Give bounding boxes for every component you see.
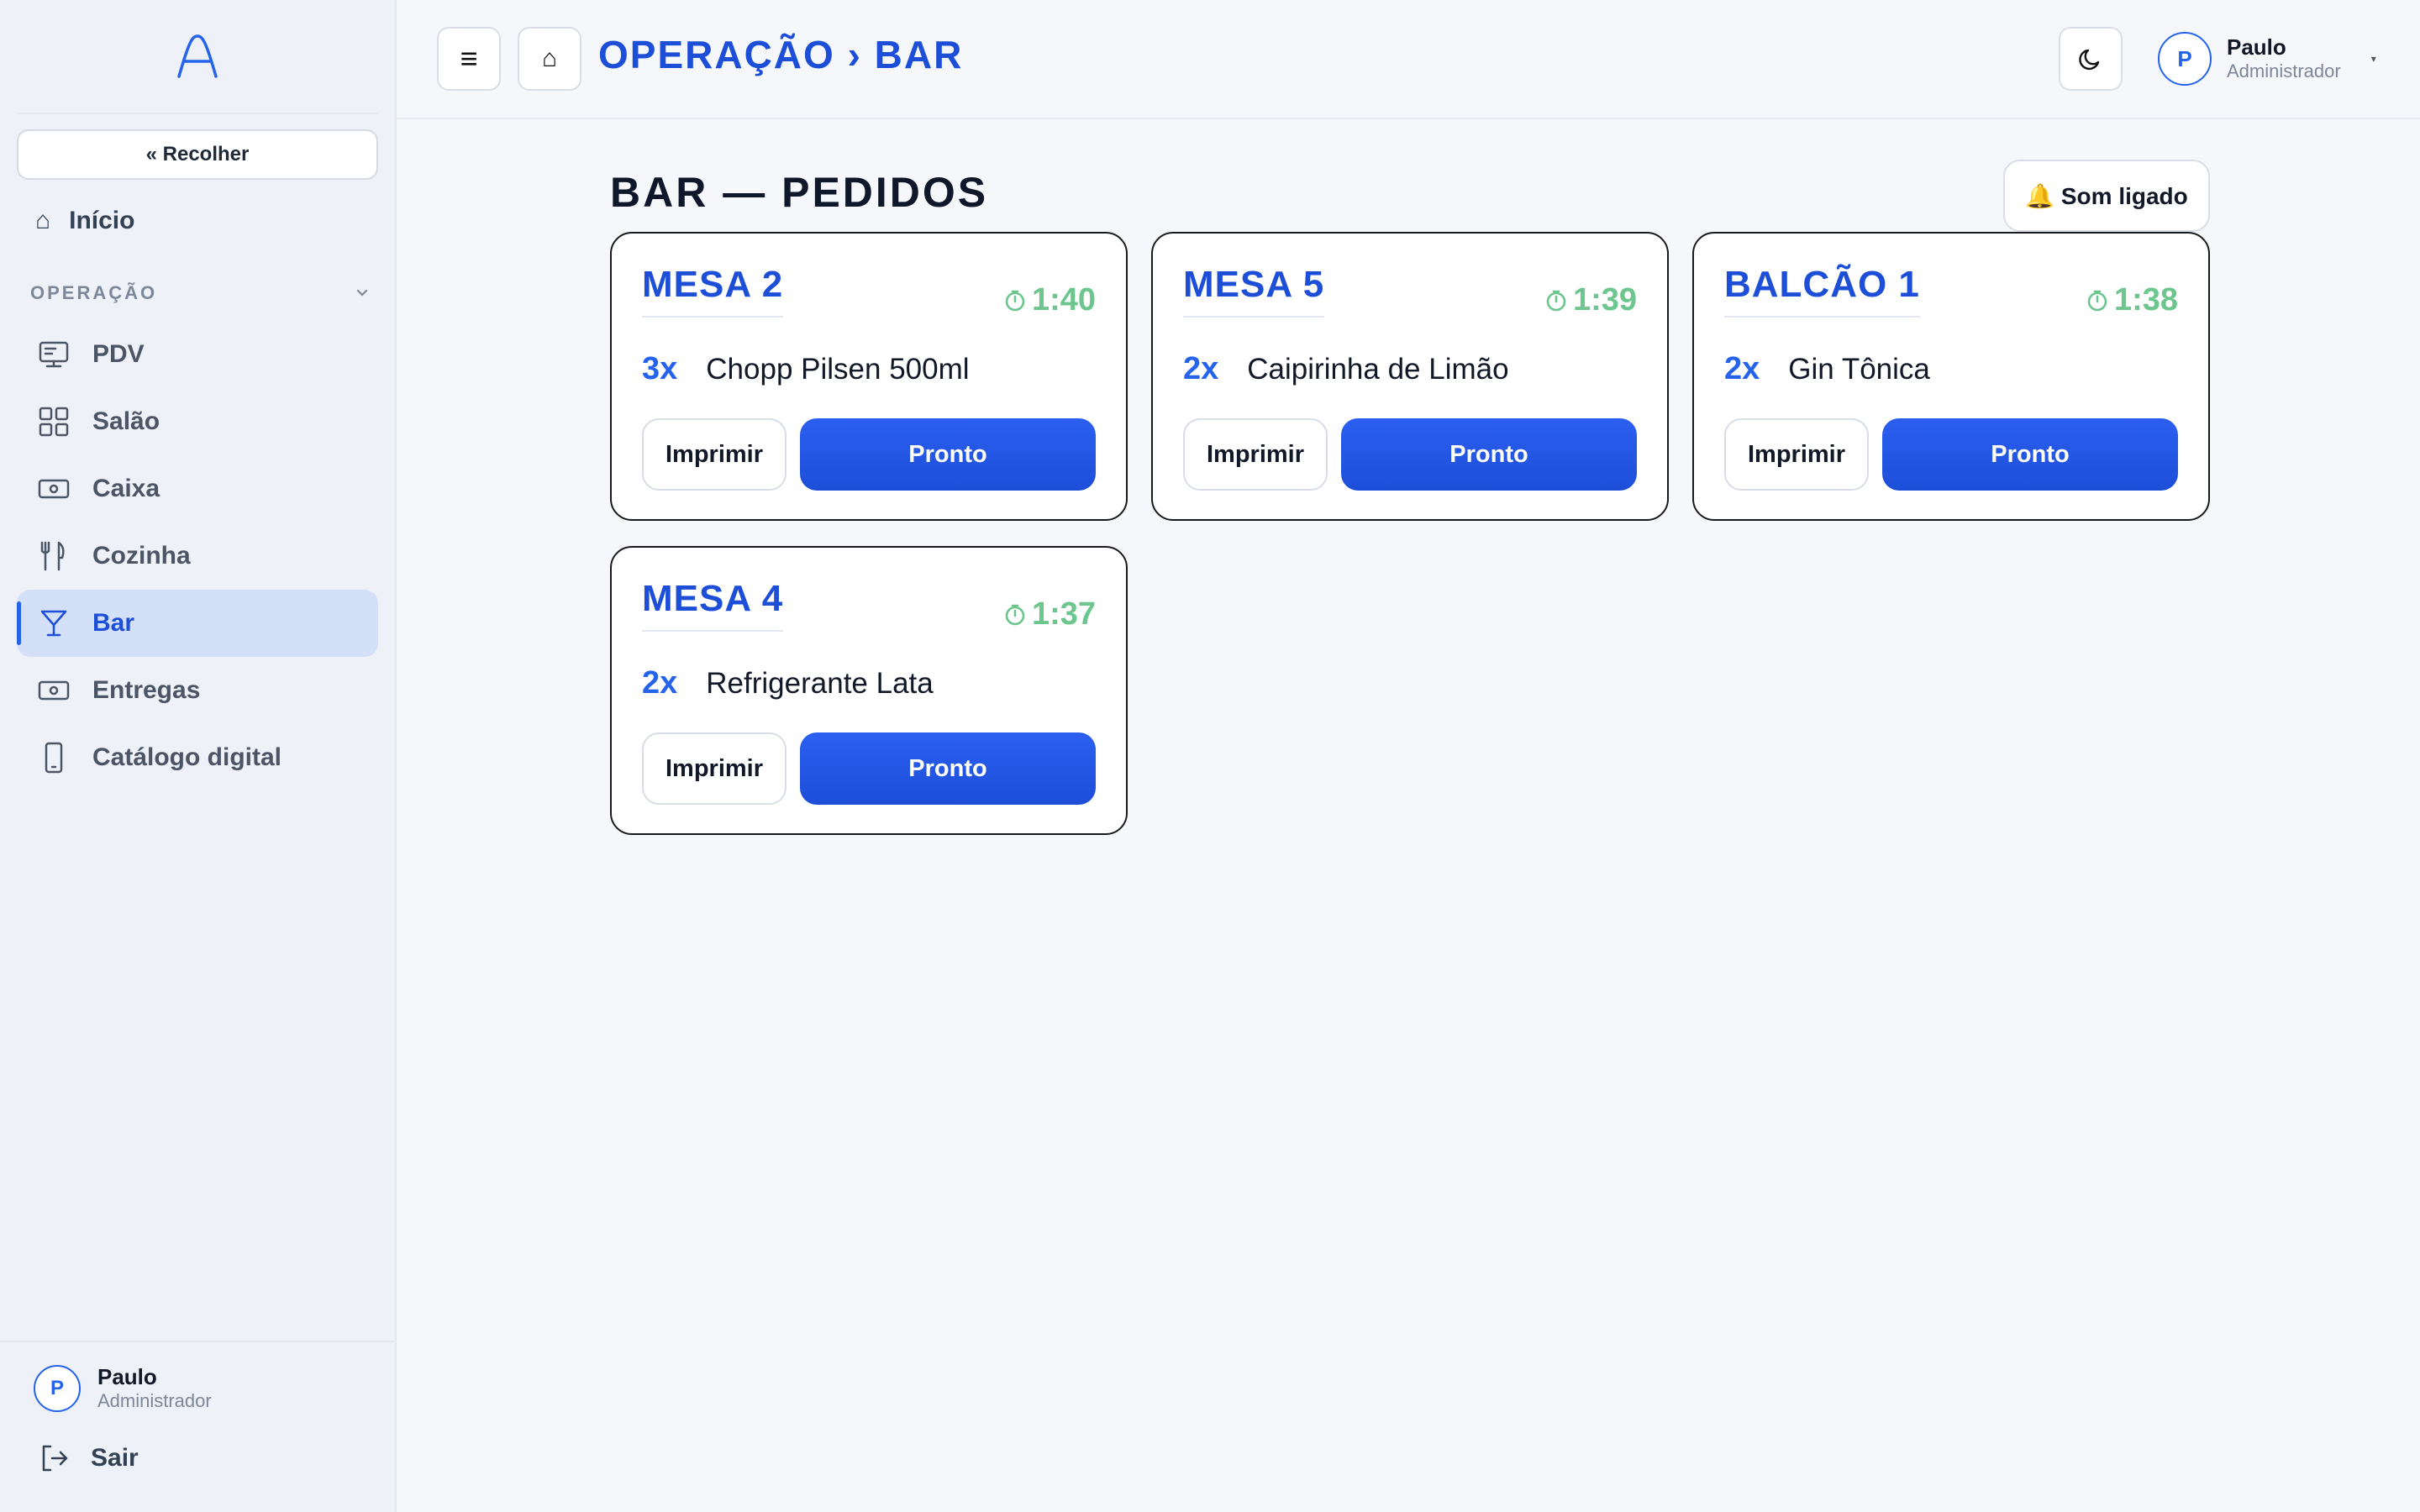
sidebar-item-caixa[interactable]: Caixa xyxy=(17,455,378,522)
order-card: MESA 4 1:37 2x Refrigerante Lata Imprimi… xyxy=(610,546,1128,835)
order-timer: 1:40 xyxy=(1003,282,1096,318)
sidebar-item-label: PDV xyxy=(92,340,145,368)
user-name: Paulo xyxy=(97,1364,157,1389)
sidebar-item-label: Salão xyxy=(92,407,160,435)
timer-value: 1:39 xyxy=(1572,282,1637,318)
sidebar-item-label: Início xyxy=(69,207,135,234)
sidebar-item-home[interactable]: ⌂ Início xyxy=(17,195,378,247)
ready-button[interactable]: Pronto xyxy=(800,732,1096,805)
print-button[interactable]: Imprimir xyxy=(1183,418,1328,491)
home-icon: ⌂ xyxy=(541,45,558,72)
grid-icon xyxy=(39,407,69,437)
ready-button[interactable]: Pronto xyxy=(1882,418,2178,491)
utensils-icon xyxy=(40,541,65,571)
order-title: MESA 4 xyxy=(642,578,784,632)
stopwatch-icon xyxy=(1005,604,1025,625)
item-quantity: 3x xyxy=(642,351,678,386)
app-logo xyxy=(17,0,378,114)
stopwatch-icon xyxy=(1546,290,1566,311)
logo-icon xyxy=(177,34,218,78)
chevron-down-icon xyxy=(356,289,368,297)
item-quantity: 2x xyxy=(1183,351,1219,386)
order-title: BALCÃO 1 xyxy=(1724,264,1920,318)
logout-icon xyxy=(42,1445,68,1472)
caret-down-icon: ▾ xyxy=(2370,53,2376,65)
sidebar-item-label: Catálogo digital xyxy=(92,743,281,771)
sidebar-item-label: Cozinha xyxy=(92,542,191,570)
item-name: Caipirinha de Limão xyxy=(1247,353,1509,386)
stopwatch-icon xyxy=(1005,290,1025,311)
sidebar-item-bar[interactable]: Bar xyxy=(17,590,378,657)
moon-icon xyxy=(2079,49,2100,71)
section-header-operacao[interactable]: OPERAÇÃO xyxy=(30,282,370,304)
sidebar-item-catalogo[interactable]: Catálogo digital xyxy=(17,724,378,791)
menu-button[interactable]: ≡ xyxy=(437,27,501,91)
order-card: MESA 5 1:39 2x Caipirinha de Limão Impri… xyxy=(1151,232,1669,521)
user-menu[interactable]: P Paulo Administrador ▾ xyxy=(2158,32,2376,86)
ready-button[interactable]: Pronto xyxy=(800,418,1096,491)
monitor-icon xyxy=(39,341,69,368)
print-button[interactable]: Imprimir xyxy=(642,418,786,491)
theme-toggle-button[interactable] xyxy=(2059,27,2123,91)
order-item: 2x Refrigerante Lata xyxy=(642,665,934,701)
phone-icon xyxy=(45,742,63,774)
order-card: MESA 2 1:40 3x Chopp Pilsen 500ml Imprim… xyxy=(610,232,1128,521)
item-quantity: 2x xyxy=(642,665,678,701)
sidebar-item-salao[interactable]: Salão xyxy=(17,388,378,455)
sidebar-item-label: Entregas xyxy=(92,676,201,704)
sidebar-item-label: Caixa xyxy=(92,475,160,502)
print-button[interactable]: Imprimir xyxy=(1724,418,1869,491)
item-name: Gin Tônica xyxy=(1788,353,1930,386)
sidebar-user[interactable]: P Paulo Administrador xyxy=(34,1364,212,1413)
sidebar-item-entregas[interactable]: Entregas xyxy=(17,657,378,724)
section-label: OPERAÇÃO xyxy=(30,282,158,303)
menu-icon: ≡ xyxy=(460,41,478,76)
sidebar-item-label: Bar xyxy=(92,609,135,637)
page-title: BAR — PEDIDOS xyxy=(610,169,989,216)
home-icon: ⌂ xyxy=(35,207,51,234)
avatar: P xyxy=(2158,32,2212,86)
logout-button[interactable]: Sair xyxy=(37,1441,139,1475)
order-timer: 1:38 xyxy=(2086,282,2178,318)
logout-label: Sair xyxy=(91,1444,139,1472)
order-item: 3x Chopp Pilsen 500ml xyxy=(642,351,970,387)
order-title: MESA 5 xyxy=(1183,264,1325,318)
order-timer: 1:39 xyxy=(1544,282,1637,318)
sidebar-footer: P Paulo Administrador Sair xyxy=(0,1341,395,1512)
cash-icon xyxy=(38,479,70,499)
home-button[interactable]: ⌂ xyxy=(518,27,581,91)
topbar: ≡ ⌂ OPERAÇÃO › BAR P Paulo Administrador… xyxy=(397,0,2420,119)
collapse-sidebar-button[interactable]: « Recolher xyxy=(17,129,378,180)
print-button[interactable]: Imprimir xyxy=(642,732,786,805)
timer-value: 1:40 xyxy=(1031,282,1096,318)
sound-toggle-button[interactable]: 🔔 Som ligado xyxy=(2003,160,2210,232)
user-role: Administrador xyxy=(97,1390,212,1411)
order-timer: 1:37 xyxy=(1003,596,1096,633)
sidebar: « Recolher ⌂ Início OPERAÇÃO PDV Salão C… xyxy=(0,0,397,1512)
sidebar-item-cozinha[interactable]: Cozinha xyxy=(17,522,378,590)
user-name: Paulo xyxy=(2227,34,2286,60)
order-title: MESA 2 xyxy=(642,264,784,318)
avatar: P xyxy=(34,1365,81,1412)
cocktail-icon xyxy=(40,610,67,637)
breadcrumb: OPERAÇÃO › BAR xyxy=(598,33,964,76)
order-item: 2x Caipirinha de Limão xyxy=(1183,351,1509,387)
timer-value: 1:38 xyxy=(2113,282,2178,318)
cash-icon xyxy=(38,680,70,701)
stopwatch-icon xyxy=(2087,290,2107,311)
sidebar-item-pdv[interactable]: PDV xyxy=(17,321,378,388)
main-content: ≡ ⌂ OPERAÇÃO › BAR P Paulo Administrador… xyxy=(397,0,2420,1512)
item-quantity: 2x xyxy=(1724,351,1760,386)
order-card: BALCÃO 1 1:38 2x Gin Tônica Imprimir Pro… xyxy=(1692,232,2210,521)
user-role: Administrador xyxy=(2227,60,2341,81)
item-name: Refrigerante Lata xyxy=(706,667,934,700)
ready-button[interactable]: Pronto xyxy=(1341,418,1637,491)
timer-value: 1:37 xyxy=(1031,596,1096,632)
item-name: Chopp Pilsen 500ml xyxy=(706,353,970,386)
order-item: 2x Gin Tônica xyxy=(1724,351,1930,387)
sidebar-nav: PDV Salão Caixa Cozinha Bar Entregas Cat… xyxy=(17,321,378,791)
